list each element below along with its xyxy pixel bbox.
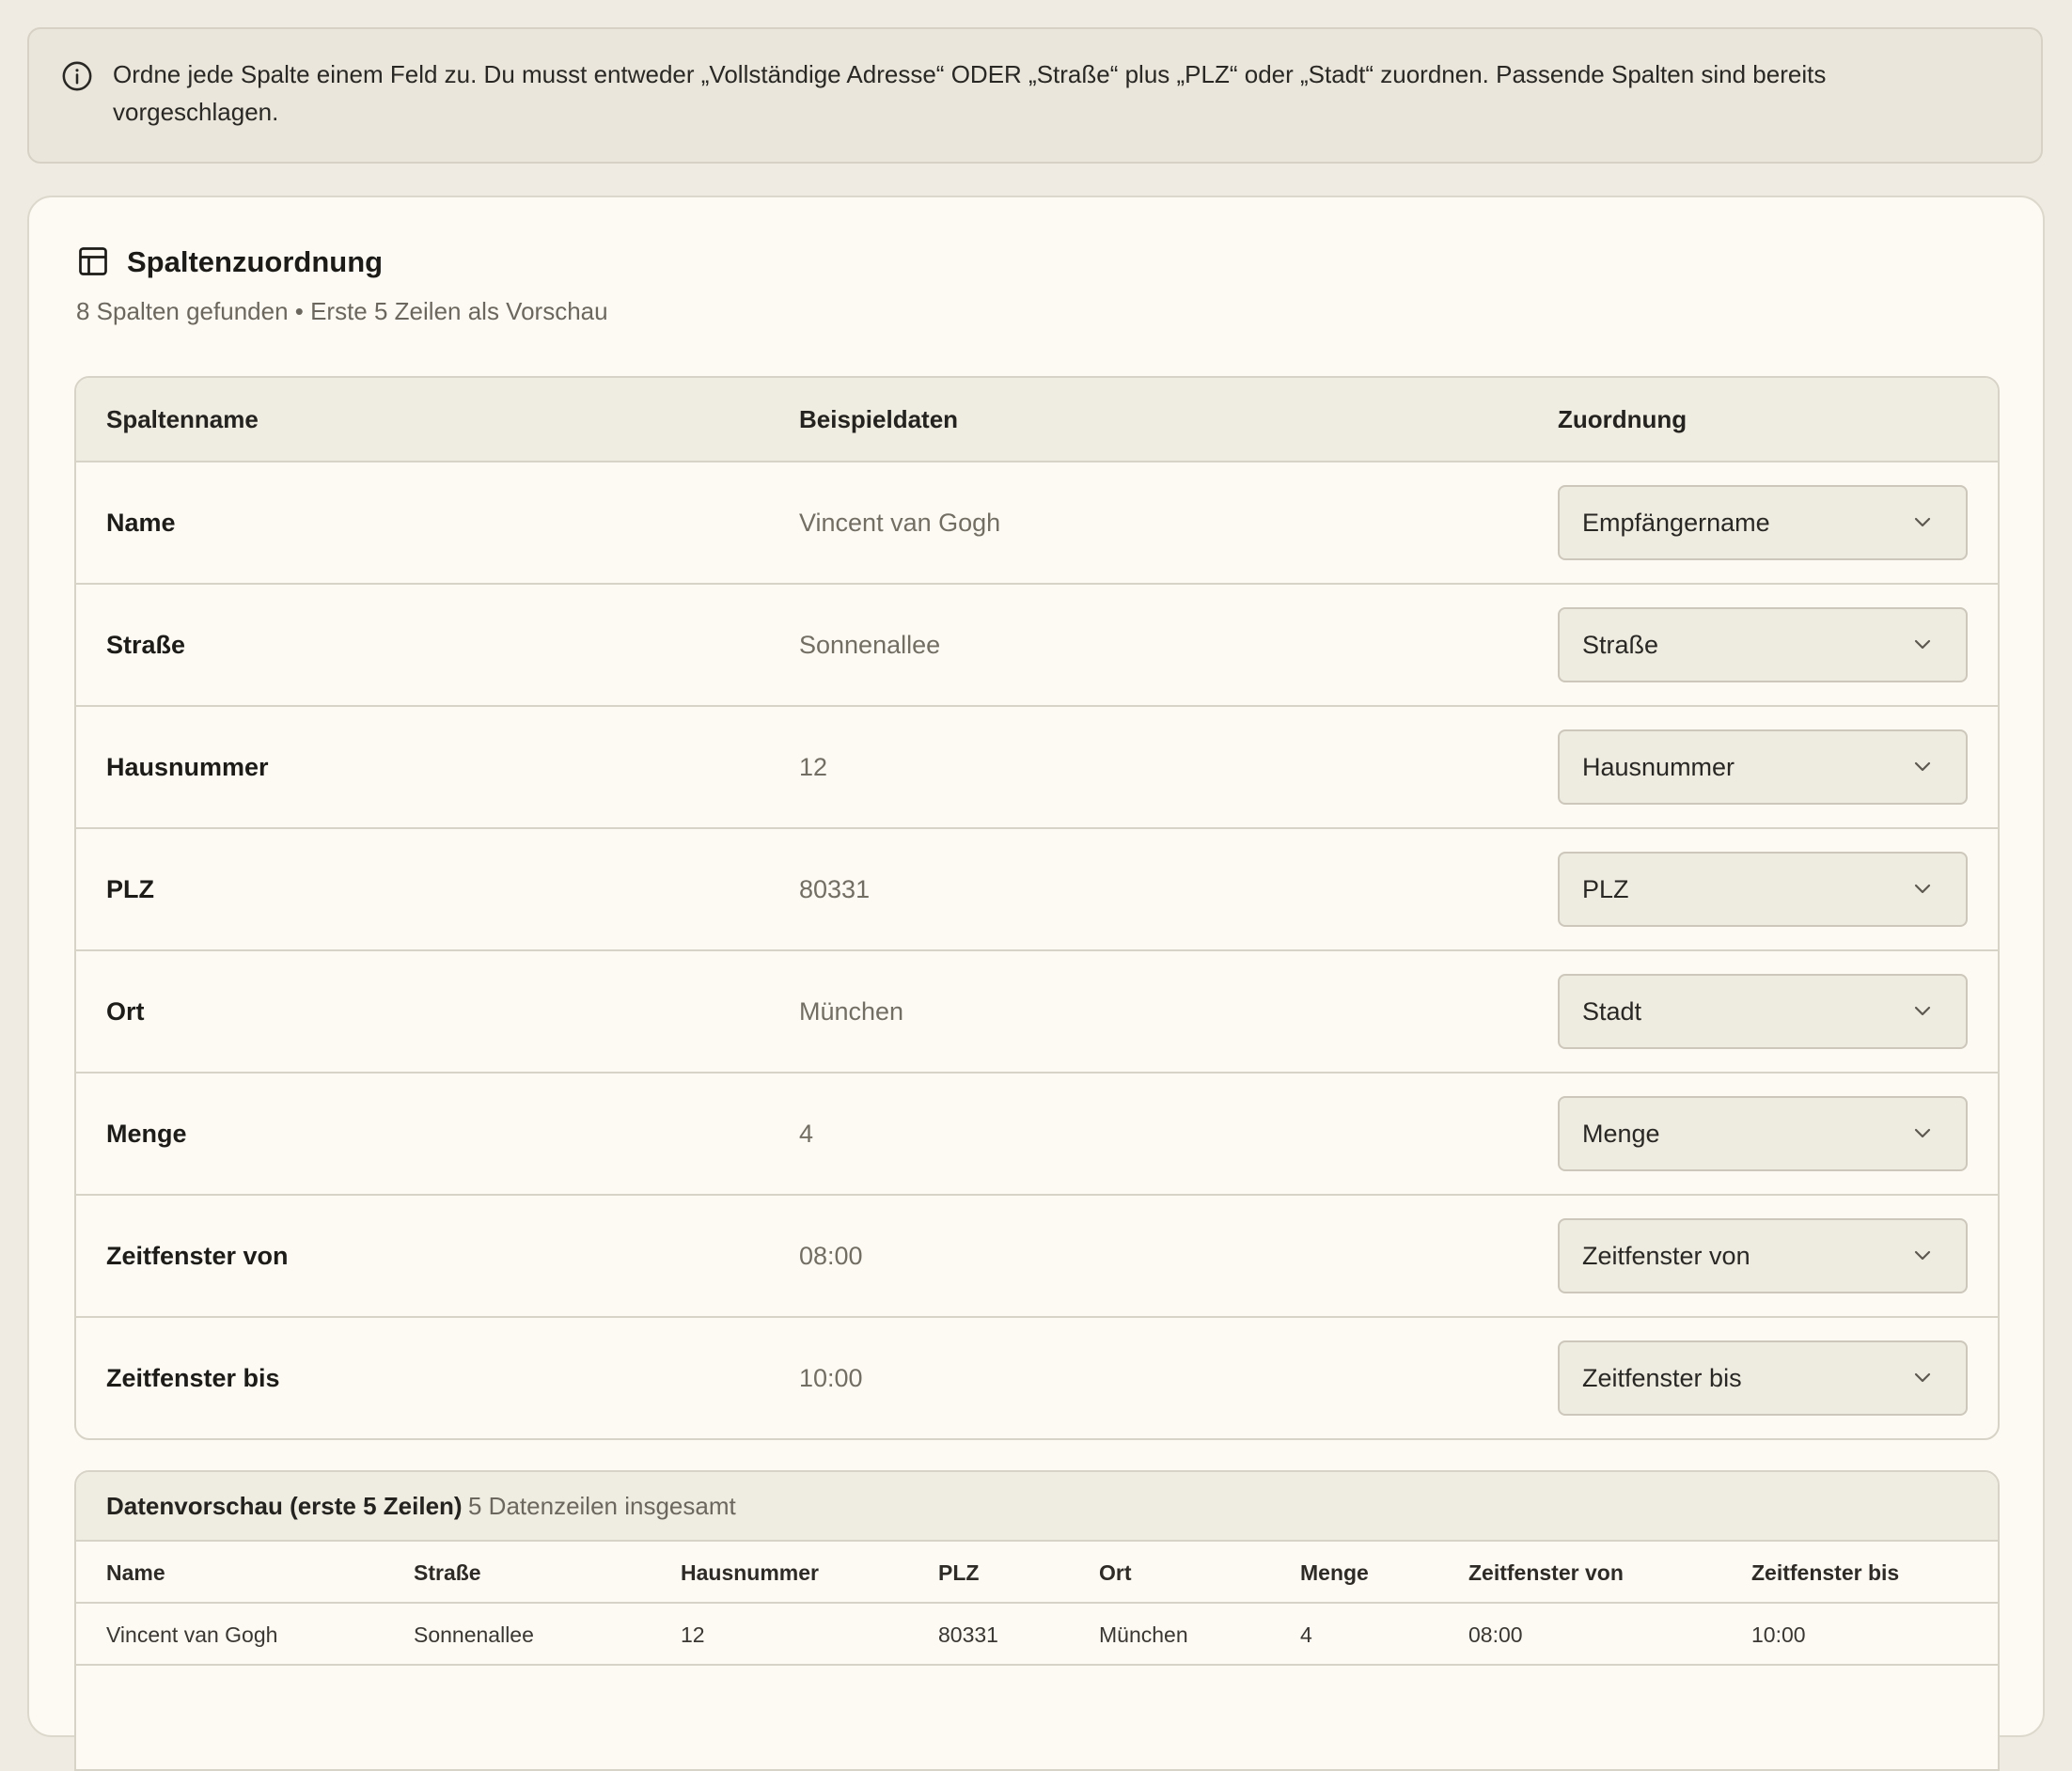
assignment-select[interactable]: Hausnummer: [1558, 729, 1968, 805]
info-icon: [62, 61, 92, 91]
assignment-select[interactable]: Empfängername: [1558, 485, 1968, 560]
assignment-select[interactable]: Zeitfenster von: [1558, 1218, 1968, 1293]
assignment-value: PLZ: [1582, 875, 1629, 903]
preview-cell: 08:00: [1468, 1622, 1523, 1647]
chevron-down-icon: [1914, 517, 1931, 527]
sample-value: 12: [799, 753, 828, 781]
preview-column-header: Straße: [414, 1560, 481, 1585]
mapping-row: Ort München Stadt: [76, 951, 1998, 1074]
assignment-select[interactable]: Stadt: [1558, 974, 1968, 1049]
preview-cell: 4: [1300, 1622, 1312, 1647]
column-name: Ort: [106, 997, 145, 1026]
sample-value: Vincent van Gogh: [799, 509, 1001, 537]
info-banner: Ordne jede Spalte einem Feld zu. Du muss…: [27, 27, 2043, 164]
preview-cell: 80331: [938, 1622, 998, 1647]
chevron-down-icon: [1914, 761, 1931, 772]
assignment-select[interactable]: Menge: [1558, 1096, 1968, 1171]
preview-column-header: Name: [106, 1560, 165, 1585]
column-name: PLZ: [106, 875, 154, 903]
assignment-value: Zeitfenster von: [1582, 1242, 1750, 1270]
chevron-down-icon: [1914, 1006, 1931, 1016]
sample-value: 10:00: [799, 1364, 863, 1392]
mapping-row: PLZ 80331 PLZ: [76, 829, 1998, 951]
assignment-value: Hausnummer: [1582, 753, 1735, 781]
assignment-value: Menge: [1582, 1120, 1660, 1148]
header-assignment: Zuordnung: [1558, 405, 1687, 433]
sample-value: Sonnenallee: [799, 631, 941, 659]
preview-row-count: 5 Datenzeilen insgesamt: [468, 1492, 736, 1520]
chevron-down-icon: [1914, 1372, 1931, 1383]
preview-column-header: Zeitfenster von: [1468, 1560, 1624, 1585]
mapping-table: Spaltenname Beispieldaten Zuordnung Name…: [74, 376, 2000, 1440]
mapping-row: Menge 4 Menge: [76, 1074, 1998, 1196]
assignment-value: Empfängername: [1582, 509, 1770, 537]
preview-cell: Sonnenallee: [414, 1622, 534, 1647]
mapping-row: Hausnummer 12 Hausnummer: [76, 707, 1998, 829]
data-preview: Datenvorschau (erste 5 Zeilen) 5 Datenze…: [74, 1470, 2000, 1771]
sample-value: 08:00: [799, 1242, 863, 1270]
column-name: Straße: [106, 631, 186, 659]
column-name: Hausnummer: [106, 753, 269, 781]
assignment-value: Straße: [1582, 631, 1659, 659]
mapping-row: Straße Sonnenallee Straße: [76, 585, 1998, 707]
column-name: Zeitfenster bis: [106, 1364, 280, 1392]
preview-column-header: PLZ: [938, 1560, 980, 1585]
preview-column-header: Menge: [1300, 1560, 1369, 1585]
chevron-down-icon: [1914, 1128, 1931, 1138]
column-mapping-card: Spaltenzuordnung 8 Spalten gefunden • Er…: [27, 196, 2045, 1771]
mapping-row: Name Vincent van Gogh Empfängername: [76, 462, 1998, 585]
assignment-select[interactable]: Straße: [1558, 607, 1968, 682]
assignment-select[interactable]: PLZ: [1558, 852, 1968, 927]
column-name: Zeitfenster von: [106, 1242, 289, 1270]
mapping-row: Zeitfenster bis 10:00 Zeitfenster bis: [76, 1318, 1998, 1438]
assignment-select[interactable]: Zeitfenster bis: [1558, 1340, 1968, 1416]
sample-value: 80331: [799, 875, 871, 903]
preview-column-header: Hausnummer: [681, 1560, 819, 1585]
chevron-down-icon: [1914, 1250, 1931, 1261]
preview-cell: 12: [681, 1622, 705, 1647]
table-icon: [79, 247, 107, 275]
preview-cell: 10:00: [1751, 1622, 1806, 1647]
chevron-down-icon: [1914, 884, 1931, 894]
mapping-table-header: Spaltenname Beispieldaten Zuordnung: [76, 378, 1998, 462]
preview-column-header: Ort: [1099, 1560, 1132, 1585]
header-sample-data: Beispieldaten: [799, 405, 959, 433]
preview-cell: München: [1099, 1622, 1188, 1647]
sample-value: München: [799, 997, 904, 1026]
mapping-row: Zeitfenster von 08:00 Zeitfenster von: [76, 1196, 1998, 1318]
preview-column-headers: Name Straße Hausnummer PLZ Ort Menge Zei…: [76, 1542, 1998, 1604]
preview-cell: Vincent van Gogh: [106, 1622, 278, 1647]
preview-column-header: Zeitfenster bis: [1751, 1560, 1900, 1585]
sample-value: 4: [799, 1120, 814, 1148]
assignment-value: Stadt: [1582, 997, 1642, 1026]
assignment-value: Zeitfenster bis: [1582, 1364, 1742, 1392]
preview-title: Datenvorschau (erste 5 Zeilen): [106, 1492, 463, 1520]
info-text: Ordne jede Spalte einem Feld zu. Du muss…: [113, 60, 1827, 126]
header-column-name: Spaltenname: [106, 405, 259, 433]
preview-row: Vincent van Gogh Sonnenallee 12 80331 Mü…: [76, 1604, 1998, 1666]
card-title: Spaltenzuordnung: [127, 245, 384, 278]
column-name: Menge: [106, 1120, 187, 1148]
chevron-down-icon: [1914, 639, 1931, 650]
card-subtitle: 8 Spalten gefunden • Erste 5 Zeilen als …: [76, 297, 608, 325]
data-preview-header: Datenvorschau (erste 5 Zeilen) 5 Datenze…: [76, 1472, 1998, 1542]
column-name: Name: [106, 509, 176, 537]
